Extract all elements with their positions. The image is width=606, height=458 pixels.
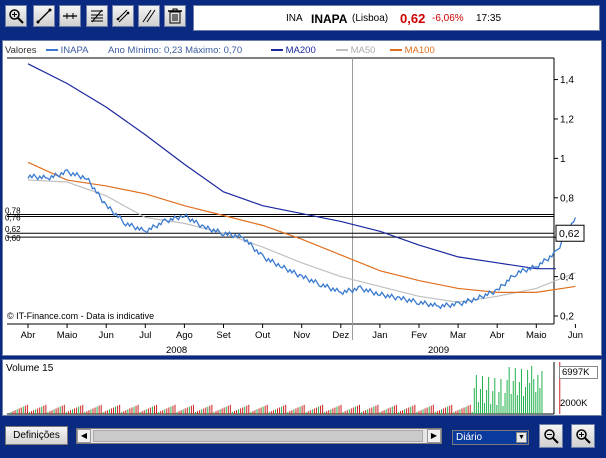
scroll-thumb[interactable] [93,430,423,442]
volume-last-value: 6997K [559,366,598,379]
scroll-right-arrow-icon[interactable]: ▶ [427,429,441,443]
zoom-in-button[interactable] [571,424,595,448]
definitions-button[interactable]: Definições [5,426,68,445]
volume-tick: 2000K [560,398,588,409]
period-select-value: Diário [456,432,483,443]
chevron-down-icon[interactable]: ▼ [516,432,527,443]
period-select[interactable]: Diário ▼ [452,430,529,445]
scroll-left-arrow-icon[interactable]: ◀ [77,429,91,443]
zoom-in-icon [576,429,591,444]
horizontal-scrollbar[interactable]: ◀ ▶ [76,428,442,444]
zoom-out-icon [544,429,559,444]
volume-chart [7,362,561,415]
zoom-out-button[interactable] [539,424,563,448]
